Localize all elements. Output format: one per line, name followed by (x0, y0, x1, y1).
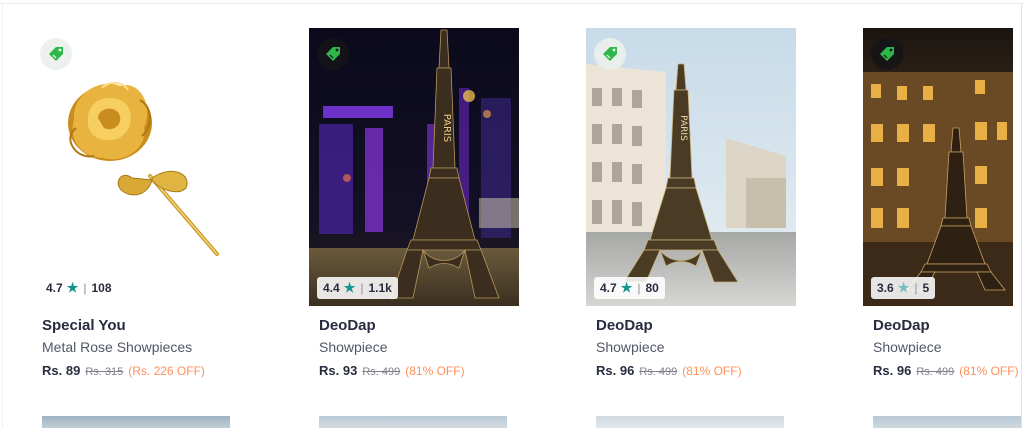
product-image[interactable]: PARIS 4.4 ★ | 1.1k (309, 28, 519, 306)
rating-value: 4.7 (600, 281, 617, 295)
product-mrp: Rs. 315 (85, 366, 124, 378)
rating-separator: | (914, 281, 918, 295)
svg-text:PARIS: PARIS (441, 114, 452, 142)
next-product-image-top[interactable] (873, 416, 1021, 428)
product-name[interactable]: Showpiece (596, 339, 665, 355)
rating-count: 1.1k (368, 281, 392, 295)
eiffel-tower-street-image: PARIS (586, 28, 796, 306)
rating-separator: | (360, 281, 364, 295)
product-discount: (81% OFF) (682, 364, 742, 378)
product-card[interactable]: PARIS 4.4 ★ | 1.1k DeoDap Showpiece Rs. … (309, 28, 541, 398)
price-row: Rs. 96 Rs. 499 (81% OFF) (873, 363, 1019, 378)
product-name[interactable]: Metal Rose Showpieces (42, 339, 192, 355)
product-card[interactable]: 4.7 ★ | 108 Special You Metal Rose Showp… (32, 28, 264, 398)
top-divider (0, 3, 1024, 4)
rating-count: 108 (91, 281, 112, 295)
product-brand[interactable]: DeoDap (319, 317, 376, 334)
golden-rose-image (32, 28, 242, 306)
product-discount: (81% OFF) (959, 364, 1019, 378)
rating-count: 80 (645, 281, 659, 295)
product-image[interactable]: 3.6 ★ | 5 (863, 28, 1013, 306)
product-price: Rs. 89 (42, 363, 81, 378)
rating-value: 4.4 (323, 281, 340, 295)
price-row: Rs. 96 Rs. 499 (81% OFF) (596, 363, 742, 378)
price-row: Rs. 89 Rs. 315 (Rs. 226 OFF) (42, 363, 205, 378)
next-product-image-top[interactable] (42, 416, 230, 428)
rating-separator: | (83, 281, 87, 295)
left-divider (2, 4, 3, 428)
product-mrp: Rs. 499 (639, 366, 678, 378)
star-icon: ★ (620, 280, 633, 295)
price-tag-icon[interactable] (871, 38, 903, 70)
rating-value: 4.7 (46, 281, 63, 295)
product-image[interactable]: 4.7 ★ | 108 (32, 28, 242, 306)
star-icon: ★ (66, 280, 79, 295)
product-price: Rs. 96 (596, 363, 635, 378)
product-card[interactable]: PARIS 4.7 ★ | 80 DeoDap Showpiece Rs. 96… (586, 28, 818, 398)
product-name[interactable]: Showpiece (319, 339, 388, 355)
product-mrp: Rs. 499 (362, 366, 401, 378)
rating-separator: | (637, 281, 641, 295)
star-icon: ★ (897, 280, 910, 295)
price-row: Rs. 93 Rs. 499 (81% OFF) (319, 363, 465, 378)
product-brand[interactable]: DeoDap (596, 317, 653, 334)
price-tag-icon[interactable] (40, 38, 72, 70)
next-product-image-top[interactable] (319, 416, 507, 428)
svg-text:PARIS: PARIS (678, 115, 688, 141)
rating-badge: 4.7 ★ | 80 (594, 277, 665, 299)
rating-value: 3.6 (877, 281, 894, 295)
rating-badge: 3.6 ★ | 5 (871, 277, 936, 299)
product-price: Rs. 93 (319, 363, 358, 378)
product-price: Rs. 96 (873, 363, 912, 378)
next-product-image-top[interactable] (596, 416, 784, 428)
product-discount: (Rs. 226 OFF) (128, 364, 205, 378)
price-tag-icon[interactable] (594, 38, 626, 70)
product-image[interactable]: PARIS 4.7 ★ | 80 (586, 28, 796, 306)
product-card[interactable]: 3.6 ★ | 5 DeoDap Showpiece Rs. 96 Rs. 49… (863, 28, 1021, 398)
product-brand[interactable]: DeoDap (873, 317, 930, 334)
eiffel-tower-night-image: PARIS (309, 28, 519, 306)
product-name[interactable]: Showpiece (873, 339, 942, 355)
product-mrp: Rs. 499 (916, 366, 955, 378)
star-icon: ★ (343, 280, 356, 295)
product-discount: (81% OFF) (405, 364, 465, 378)
price-tag-icon[interactable] (317, 38, 349, 70)
rating-count: 5 (922, 281, 930, 295)
rating-badge: 4.7 ★ | 108 (40, 277, 118, 299)
right-divider (1021, 4, 1022, 428)
product-brand[interactable]: Special You (42, 317, 126, 334)
rating-badge: 4.4 ★ | 1.1k (317, 277, 398, 299)
